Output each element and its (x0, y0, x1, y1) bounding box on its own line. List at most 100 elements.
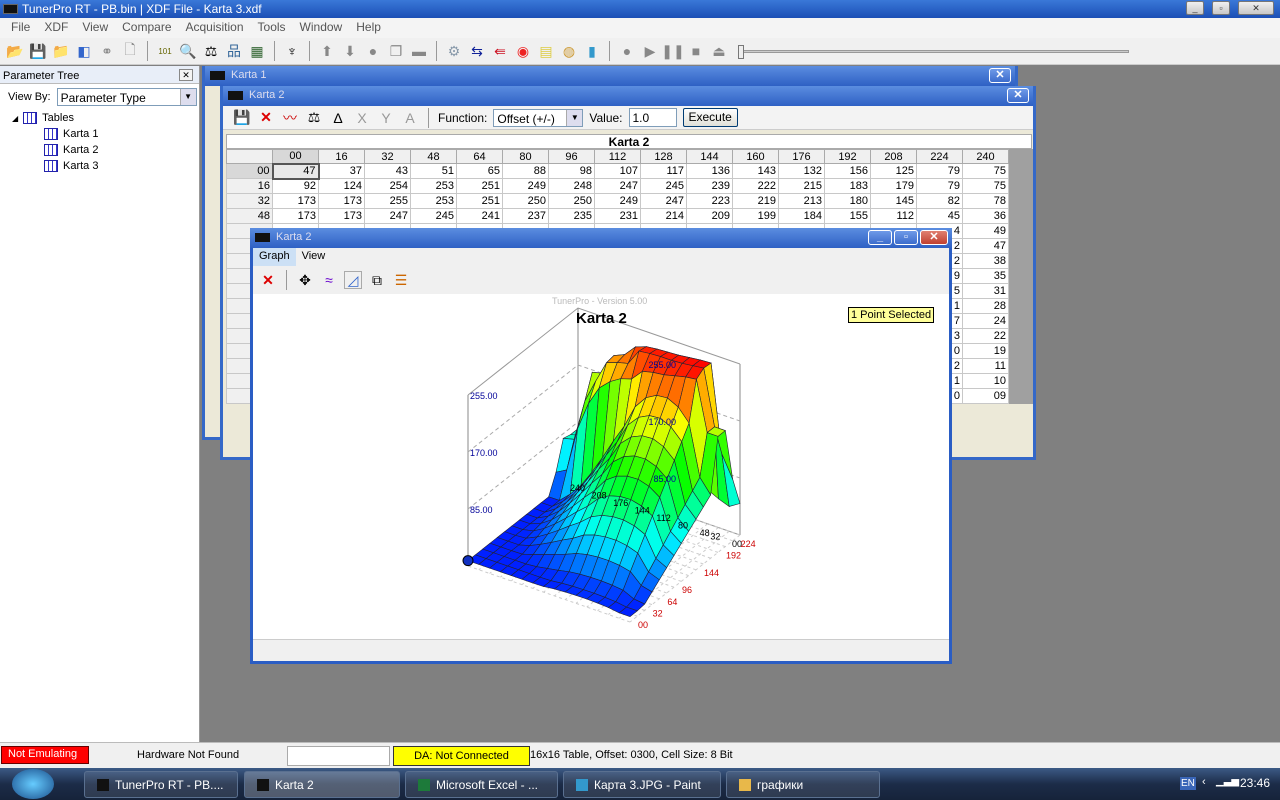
compare-icon[interactable]: ⚖ (305, 109, 323, 127)
menu-window[interactable]: Window (293, 20, 350, 38)
table-cell[interactable]: 19 (962, 343, 1009, 359)
row-header[interactable]: 16 (226, 178, 273, 194)
table-cell[interactable]: 49 (962, 223, 1009, 239)
eject-icon[interactable]: ⏏ (710, 42, 728, 60)
table-cell[interactable]: 180 (824, 193, 871, 209)
table-cell[interactable]: 245 (410, 208, 457, 224)
copy-icon[interactable]: ❐ (387, 42, 405, 60)
table-cell[interactable]: 98 (548, 163, 595, 179)
table-cell[interactable]: 241 (456, 208, 503, 224)
search-icon[interactable]: 🔍 (179, 42, 197, 60)
signal-icon[interactable]: ▁▃▅ (1216, 776, 1239, 787)
minimize-button[interactable]: _ (1186, 1, 1204, 15)
close-icon[interactable]: ✕ (259, 271, 277, 289)
table-cell[interactable]: 173 (272, 208, 319, 224)
graph-icon[interactable]: 〰 (281, 109, 299, 127)
karta2-close-button[interactable]: ✕ (1007, 88, 1029, 103)
import-icon[interactable]: ⇚ (491, 42, 509, 60)
close-icon[interactable]: ✕ (257, 109, 275, 127)
column-header[interactable]: 144 (686, 149, 733, 164)
table-cell[interactable]: 43 (364, 163, 411, 179)
table-cell[interactable]: 47 (962, 238, 1009, 254)
table-cell[interactable]: 92 (272, 178, 319, 194)
compare-icon[interactable]: ⚖ (202, 42, 220, 60)
table-cell[interactable]: 132 (778, 163, 825, 179)
table-cell[interactable]: 253 (410, 193, 457, 209)
table-cell[interactable]: 254 (364, 178, 411, 194)
menu-acquisition[interactable]: Acquisition (179, 20, 251, 38)
table-cell[interactable]: 245 (640, 178, 687, 194)
move-icon[interactable]: ✥ (296, 271, 314, 289)
column-header[interactable]: 32 (364, 149, 411, 164)
table-cell[interactable]: 173 (318, 193, 365, 209)
calculator-icon[interactable]: ▦ (248, 42, 266, 60)
new-icon[interactable]: 🗋 (121, 41, 139, 60)
task-karta2[interactable]: Karta 2 (244, 771, 400, 798)
play-icon[interactable]: ▶ (641, 42, 659, 60)
playback-slider[interactable] (738, 44, 1129, 59)
table-cell[interactable]: 31 (962, 283, 1009, 299)
table-cell[interactable]: 223 (686, 193, 733, 209)
table-cell[interactable]: 38 (962, 253, 1009, 269)
plug-icon[interactable]: ♆ (283, 42, 301, 60)
table-cell[interactable]: 173 (318, 208, 365, 224)
minimize-button[interactable]: _ (868, 230, 892, 245)
table-cell[interactable]: 155 (824, 208, 871, 224)
table-cell[interactable]: 10 (962, 373, 1009, 389)
restore-button[interactable]: ▫ (1212, 1, 1230, 15)
clock[interactable]: 23:46 (1240, 776, 1270, 790)
table-cell[interactable]: 51 (410, 163, 457, 179)
gauge-icon[interactable]: ◉ (514, 42, 532, 60)
column-header[interactable]: 192 (824, 149, 871, 164)
language-indicator[interactable]: EN (1180, 777, 1196, 790)
menu-file[interactable]: File (4, 20, 37, 38)
table-cell[interactable]: 209 (686, 208, 733, 224)
column-header[interactable]: 48 (410, 149, 457, 164)
column-header[interactable]: 64 (456, 149, 503, 164)
tree-item-karta-2[interactable]: Karta 2 (12, 142, 199, 158)
column-header[interactable]: 112 (594, 149, 641, 164)
column-header[interactable]: 80 (502, 149, 549, 164)
execute-button[interactable]: Execute (682, 108, 738, 127)
tree-item-karta-1[interactable]: Karta 1 (12, 126, 199, 142)
tree-root-tables[interactable]: ◢ Tables (12, 110, 199, 126)
table-cell[interactable]: 250 (548, 193, 595, 209)
menu-compare[interactable]: Compare (115, 20, 178, 38)
y-axis-icon[interactable]: Y (377, 109, 395, 127)
collapse-icon[interactable]: ◢ (12, 114, 18, 123)
pause-icon[interactable]: ❚❚ (661, 42, 684, 60)
tray-expand-icon[interactable]: ‹ (1202, 776, 1206, 788)
table-cell[interactable]: 250 (502, 193, 549, 209)
table-cell[interactable]: 47 (271, 162, 320, 180)
info-icon[interactable]: ◍ (560, 42, 578, 60)
open-icon[interactable]: 📂 (6, 42, 24, 60)
table-cell[interactable]: 214 (640, 208, 687, 224)
table-cell[interactable]: 183 (824, 178, 871, 194)
close-button[interactable]: ✕ (1238, 1, 1274, 15)
table-cell[interactable]: 78 (962, 193, 1009, 209)
table-cell[interactable]: 255 (364, 193, 411, 209)
open-xdf-icon[interactable]: 📁 (52, 42, 70, 60)
row-header[interactable]: 32 (226, 193, 273, 209)
menu-view[interactable]: View (75, 20, 115, 38)
table-cell[interactable]: 247 (364, 208, 411, 224)
table-cell[interactable]: 88 (502, 163, 549, 179)
column-header[interactable]: 208 (870, 149, 917, 164)
column-header[interactable]: 00 (272, 149, 319, 164)
table-cell[interactable]: 79 (916, 178, 963, 194)
table-cell[interactable]: 124 (318, 178, 365, 194)
task-tunerpro[interactable]: TunerPro RT - PB.... (84, 771, 238, 798)
table-cell[interactable]: 249 (594, 193, 641, 209)
table-cell[interactable]: 125 (870, 163, 917, 179)
table-cell[interactable]: 251 (456, 193, 503, 209)
download-icon[interactable]: ⬇ (341, 42, 359, 60)
stop-icon[interactable]: ■ (687, 42, 705, 60)
row-header[interactable]: 48 (226, 208, 273, 224)
binary-icon[interactable]: 101 (156, 42, 174, 60)
table-cell[interactable]: 222 (732, 178, 779, 194)
table-cell[interactable]: 36 (962, 208, 1009, 224)
table-cell[interactable]: 45 (916, 208, 963, 224)
table-cell[interactable]: 75 (962, 163, 1009, 179)
column-header[interactable]: 176 (778, 149, 825, 164)
link-icon[interactable]: ⚭ (98, 42, 116, 60)
